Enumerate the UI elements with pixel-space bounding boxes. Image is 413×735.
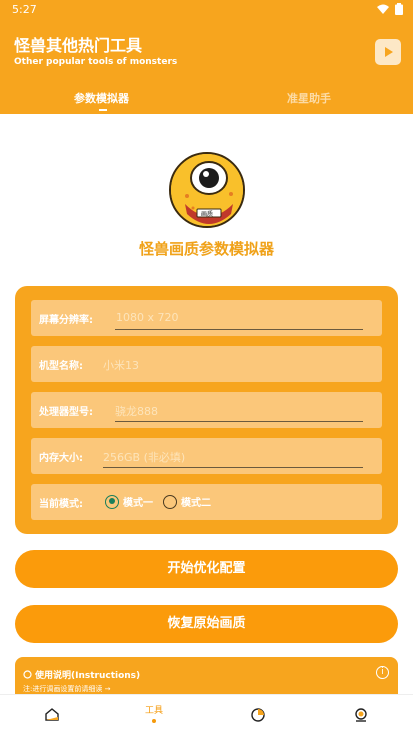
resolution-label: 屏幕分辨率: xyxy=(39,315,93,326)
instructions-note: 注:进行调画设置前请细读 → xyxy=(23,685,111,693)
instructions-title-text: 使用说明(Instructions) xyxy=(35,671,141,681)
play-icon xyxy=(385,47,393,57)
processor-label: 处理器型号: xyxy=(39,407,93,418)
app-title: 怪兽画质参数模拟器 xyxy=(138,240,274,258)
model-label: 机型名称: xyxy=(39,361,83,372)
radio-circle-icon xyxy=(23,670,32,679)
header-title: 怪兽其他热门工具 xyxy=(14,36,143,55)
resolution-input[interactable]: 1080 x 720 xyxy=(116,311,179,324)
processor-underline xyxy=(115,421,363,422)
restore-quality-button[interactable]: 恢复原始画质 xyxy=(15,605,398,643)
mode-one-radio[interactable]: 模式一 xyxy=(105,494,153,509)
header-subtitle: Other popular tools of monsters xyxy=(14,57,178,67)
app-logo: 画质 xyxy=(169,152,245,228)
start-optimize-button[interactable]: 开始优化配置 xyxy=(15,550,398,588)
model-row: 机型名称: 小米13 xyxy=(31,346,382,382)
memory-label: 内存大小: xyxy=(39,453,83,464)
battery-icon xyxy=(395,3,403,15)
mode-label: 当前模式: xyxy=(39,499,83,510)
wifi-icon xyxy=(377,4,389,14)
nav-tools-label: 工具 xyxy=(144,706,163,716)
status-bar: 5:27 xyxy=(0,0,413,20)
model-input[interactable]: 小米13 xyxy=(103,357,139,373)
mode-two-radio[interactable]: 模式二 xyxy=(163,494,211,509)
processor-row: 处理器型号: 骁龙888 xyxy=(31,392,382,428)
tab-parameter-simulator[interactable]: 参数模拟器 xyxy=(74,90,129,106)
tab-indicator xyxy=(99,109,107,111)
mode-one-label: 模式一 xyxy=(123,498,153,509)
nav-home[interactable] xyxy=(22,695,82,735)
status-time: 5:27 xyxy=(12,3,37,16)
radio-checked-icon xyxy=(105,494,119,509)
resolution-row: 屏幕分辨率: 1080 x 720 xyxy=(31,300,382,336)
profile-icon xyxy=(355,708,367,722)
system-icons xyxy=(377,3,403,15)
app-header: 怪兽其他热门工具 Other popular tools of monsters… xyxy=(0,20,413,114)
instructions-card[interactable]: 使用说明(Instructions) 注:进行调画设置前请细读 → i xyxy=(15,657,398,694)
memory-input[interactable]: 256GB (非必填) xyxy=(103,449,185,465)
nav-stats[interactable] xyxy=(228,695,288,735)
main-content: 画质 怪兽画质参数模拟器 屏幕分辨率: 1080 x 720 机型名称: 小米1… xyxy=(0,114,413,694)
play-button[interactable] xyxy=(375,39,401,65)
mode-row: 当前模式: 模式一 模式二 xyxy=(31,484,382,520)
memory-row: 内存大小: 256GB (非必填) xyxy=(31,438,382,474)
info-icon[interactable]: i xyxy=(376,666,389,679)
parameter-form: 屏幕分辨率: 1080 x 720 机型名称: 小米13 处理器型号: 骁龙88… xyxy=(15,286,398,534)
nav-selected-dot xyxy=(152,719,156,723)
tab-bar: 参数模拟器 准星助手 xyxy=(0,90,413,114)
nav-profile[interactable] xyxy=(331,695,391,735)
nav-tools[interactable]: 工具 xyxy=(124,695,184,735)
home-icon xyxy=(45,708,59,721)
logo-badge-text: 画质 xyxy=(201,211,214,218)
bottom-navigation: 工具 xyxy=(0,694,413,735)
mode-two-label: 模式二 xyxy=(181,498,211,509)
memory-underline xyxy=(103,467,363,468)
instructions-title: 使用说明(Instructions) xyxy=(23,668,140,681)
radio-unchecked-icon xyxy=(163,494,177,509)
pie-chart-icon xyxy=(251,708,265,722)
resolution-underline xyxy=(115,329,363,330)
processor-input[interactable]: 骁龙888 xyxy=(115,403,158,419)
tab-crosshair-assistant[interactable]: 准星助手 xyxy=(287,90,331,106)
